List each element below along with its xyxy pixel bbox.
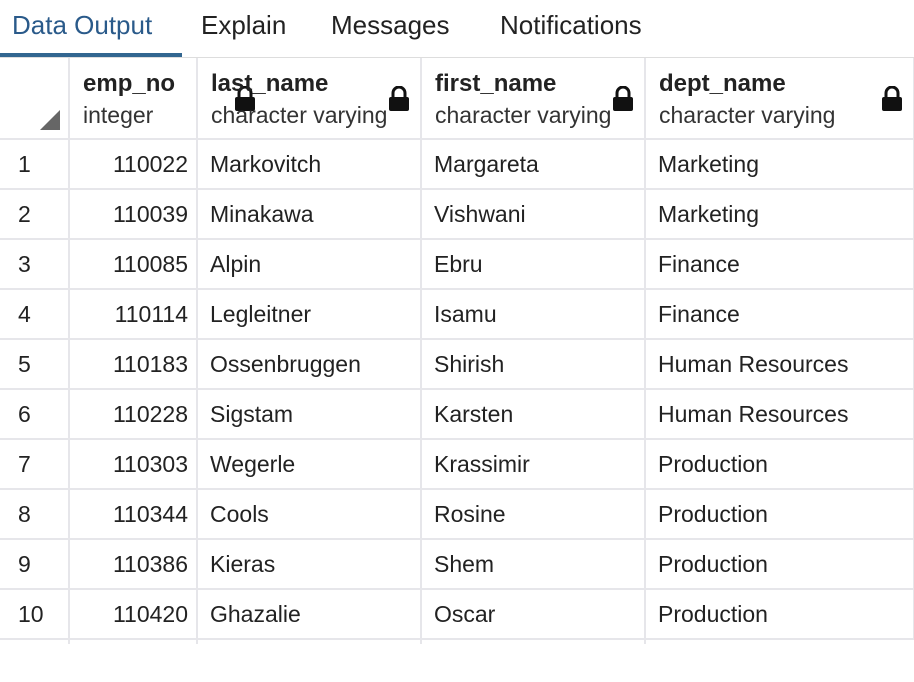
table-row[interactable]: 9 110386 Kieras Shem Production	[0, 539, 914, 590]
sort-corner-icon	[40, 110, 60, 130]
cell-first-name[interactable]: Isamu	[421, 289, 646, 340]
lock-icon	[882, 86, 902, 111]
tab-explain[interactable]: Explain	[201, 10, 286, 41]
cell-first-name[interactable]: Ebru	[421, 239, 646, 290]
select-all-corner[interactable]	[0, 58, 70, 140]
row-number[interactable]: 4	[0, 289, 70, 340]
cell-last-name[interactable]: Ghazalie	[197, 589, 422, 640]
cell-emp-no[interactable]: 110303	[69, 439, 198, 490]
cell-dept-name[interactable]: Production	[645, 489, 914, 540]
cell-first-name[interactable]: Karsten	[421, 389, 646, 440]
table-row[interactable]: 3 110085 Alpin Ebru Finance	[0, 239, 914, 290]
row-number[interactable]: 10	[0, 589, 70, 640]
column-type: integer	[83, 102, 154, 128]
column-type: character varying	[435, 102, 612, 128]
table-row[interactable]: 7 110303 Wegerle Krassimir Production	[0, 439, 914, 490]
cell-dept-name[interactable]: Human Resources	[645, 389, 914, 440]
cell-last-name[interactable]: Minakawa	[197, 189, 422, 240]
cell-last-name[interactable]: Wegerle	[197, 439, 422, 490]
lock-icon	[613, 86, 633, 111]
cell-last-name[interactable]: Ossenbruggen	[197, 339, 422, 390]
row-number[interactable]: 9	[0, 539, 70, 590]
row-number[interactable]: 5	[0, 339, 70, 390]
table-row[interactable]: 5 110183 Ossenbruggen Shirish Human Reso…	[0, 339, 914, 390]
table-row-partial	[0, 639, 914, 644]
cell-dept-name[interactable]: Finance	[645, 239, 914, 290]
cell-first-name[interactable]: Oscar	[421, 589, 646, 640]
cell-first-name[interactable]: Rosine	[421, 489, 646, 540]
column-type: character varying	[211, 102, 388, 128]
table-row[interactable]: 6 110228 Sigstam Karsten Human Resources	[0, 389, 914, 440]
table-row[interactable]: 4 110114 Legleitner Isamu Finance	[0, 289, 914, 340]
tab-messages[interactable]: Messages	[331, 10, 450, 41]
header-row: emp_no integer last_name character varyi…	[0, 58, 914, 140]
table-row[interactable]: 1 110022 Markovitch Margareta Marketing	[0, 139, 914, 190]
cell-dept-name[interactable]: Production	[645, 589, 914, 640]
cell-last-name[interactable]: Sigstam	[197, 389, 422, 440]
table-row[interactable]: 8 110344 Cools Rosine Production	[0, 489, 914, 540]
cell-last-name[interactable]: Cools	[197, 489, 422, 540]
column-name: dept_name	[659, 70, 786, 97]
tab-data-output[interactable]: Data Output	[12, 10, 152, 41]
cell-last-name[interactable]: Alpin	[197, 239, 422, 290]
table-row[interactable]: 2 110039 Minakawa Vishwani Marketing	[0, 189, 914, 240]
cell-dept-name[interactable]: Production	[645, 539, 914, 590]
cell-empty	[421, 639, 646, 644]
cell-last-name[interactable]: Kieras	[197, 539, 422, 590]
row-number[interactable]: 7	[0, 439, 70, 490]
cell-first-name[interactable]: Margareta	[421, 139, 646, 190]
cell-dept-name[interactable]: Marketing	[645, 139, 914, 190]
row-number[interactable]: 3	[0, 239, 70, 290]
data-grid: emp_no integer last_name character varyi…	[0, 58, 914, 644]
cell-emp-no[interactable]: 110386	[69, 539, 198, 590]
column-name: last_name	[211, 70, 329, 97]
cell-emp-no[interactable]: 110183	[69, 339, 198, 390]
column-header-last-name[interactable]: last_name character varying	[197, 58, 422, 140]
row-number[interactable]: 1	[0, 139, 70, 190]
column-type: character varying	[659, 102, 836, 128]
cell-first-name[interactable]: Shirish	[421, 339, 646, 390]
tab-notifications[interactable]: Notifications	[500, 10, 642, 41]
column-name: emp_no	[83, 70, 176, 97]
column-header-first-name[interactable]: first_name character varying	[421, 58, 646, 140]
column-name: first_name	[435, 70, 557, 97]
row-number[interactable]: 2	[0, 189, 70, 240]
cell-empty	[69, 639, 198, 644]
cell-first-name[interactable]: Shem	[421, 539, 646, 590]
lock-icon	[389, 86, 409, 111]
cell-emp-no[interactable]: 110039	[69, 189, 198, 240]
column-header-dept-name[interactable]: dept_name character varying	[645, 58, 914, 140]
cell-last-name[interactable]: Markovitch	[197, 139, 422, 190]
column-header-emp-no[interactable]: emp_no integer	[69, 58, 255, 140]
row-number[interactable]: 8	[0, 489, 70, 540]
cell-emp-no[interactable]: 110420	[69, 589, 198, 640]
cell-dept-name[interactable]: Finance	[645, 289, 914, 340]
cell-dept-name[interactable]: Marketing	[645, 189, 914, 240]
cell-empty	[197, 639, 422, 644]
cell-emp-no[interactable]: 110114	[69, 289, 198, 340]
table-row[interactable]: 10 110420 Ghazalie Oscar Production	[0, 589, 914, 640]
cell-first-name[interactable]: Krassimir	[421, 439, 646, 490]
cell-emp-no[interactable]: 110085	[69, 239, 198, 290]
cell-emp-no[interactable]: 110228	[69, 389, 198, 440]
cell-dept-name[interactable]: Production	[645, 439, 914, 490]
cell-emp-no[interactable]: 110022	[69, 139, 198, 190]
row-number[interactable]: 6	[0, 389, 70, 440]
cell-emp-no[interactable]: 110344	[69, 489, 198, 540]
cell-last-name[interactable]: Legleitner	[197, 289, 422, 340]
cell-empty	[0, 639, 70, 644]
cell-first-name[interactable]: Vishwani	[421, 189, 646, 240]
cell-empty	[645, 639, 914, 644]
result-tabs: Data Output Explain Messages Notificatio…	[0, 0, 914, 58]
cell-dept-name[interactable]: Human Resources	[645, 339, 914, 390]
